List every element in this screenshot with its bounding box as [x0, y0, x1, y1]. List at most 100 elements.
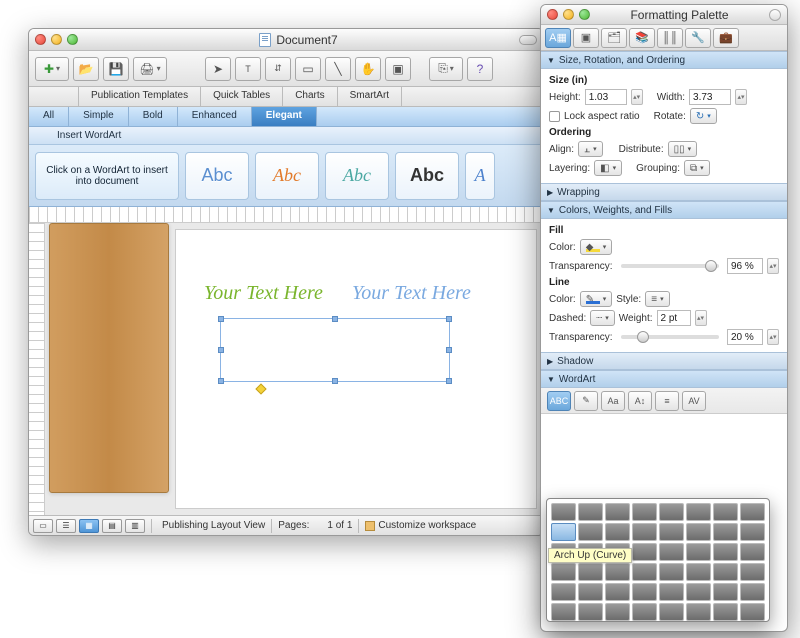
shape-option[interactable]: [605, 603, 630, 621]
palette-tab-formatting[interactable]: A▦: [545, 28, 571, 48]
fill-color-menu[interactable]: ◆▾: [580, 239, 613, 255]
minimize-icon[interactable]: [51, 34, 62, 45]
section-wordart[interactable]: ▼ WordArt: [541, 370, 787, 388]
shape-option[interactable]: [551, 583, 576, 601]
shape-option[interactable]: [605, 583, 630, 601]
width-field[interactable]: 3.73: [689, 89, 731, 105]
wordart-style-3[interactable]: Abc: [325, 152, 389, 200]
shape-option[interactable]: [740, 503, 765, 521]
line-transparency-stepper[interactable]: ▴▾: [767, 329, 779, 345]
wordart-style-1[interactable]: Abc: [185, 152, 249, 200]
view-print[interactable]: ▤: [102, 519, 122, 533]
view-notebook[interactable]: ▥: [125, 519, 145, 533]
style-bold[interactable]: Bold: [129, 107, 178, 126]
fill-transparency-slider[interactable]: [621, 264, 719, 268]
shape-option[interactable]: [551, 503, 576, 521]
shape-option[interactable]: [740, 583, 765, 601]
shape-option[interactable]: [659, 523, 684, 541]
line-transparency-slider[interactable]: [621, 335, 719, 339]
weight-field[interactable]: 2 pt: [657, 310, 691, 326]
adjust-handle[interactable]: [255, 383, 266, 394]
wordart-edit-text[interactable]: ✎: [574, 391, 598, 411]
resize-handle[interactable]: [446, 378, 452, 384]
shape-option[interactable]: [740, 543, 765, 561]
palette-tab-object[interactable]: ▣: [573, 28, 599, 48]
distribute-menu[interactable]: ▯▯▾: [668, 141, 698, 157]
shape-option[interactable]: [686, 603, 711, 621]
align-menu[interactable]: ⫠▾: [578, 141, 603, 157]
style-simple[interactable]: Simple: [69, 107, 129, 126]
crop-tool[interactable]: ▣: [385, 57, 411, 81]
dashed-menu[interactable]: ┈▾: [590, 310, 615, 326]
line-tool[interactable]: ╲: [325, 57, 351, 81]
shape-option[interactable]: [578, 503, 603, 521]
layering-menu[interactable]: ◧▾: [594, 160, 622, 176]
shape-option[interactable]: [659, 543, 684, 561]
style-elegant[interactable]: Elegant: [252, 107, 317, 126]
shape-option[interactable]: [632, 603, 657, 621]
shape-option[interactable]: [659, 503, 684, 521]
line-style-menu[interactable]: ≡▾: [645, 291, 669, 307]
palette-tab-scrapbook[interactable]: 🗂: [601, 28, 627, 48]
zoom-icon[interactable]: [579, 9, 590, 20]
document-page[interactable]: Your Text Here Your Text Here Your Text …: [175, 229, 537, 509]
customize-workspace[interactable]: Customize workspace: [378, 520, 476, 531]
shape-option[interactable]: [713, 543, 738, 561]
fill-transparency-stepper[interactable]: ▴▾: [767, 258, 779, 274]
wordart-shape-button[interactable]: ABC: [547, 391, 571, 411]
tab-home[interactable]: [29, 87, 79, 106]
shape-option[interactable]: [659, 583, 684, 601]
shape-option[interactable]: [659, 603, 684, 621]
section-colors-weights-fills[interactable]: ▼ Colors, Weights, and Fills: [541, 201, 787, 219]
shape-option[interactable]: [551, 603, 576, 621]
shape-option[interactable]: [578, 523, 603, 541]
resize-handle[interactable]: [332, 378, 338, 384]
tab-quick-tables[interactable]: Quick Tables: [201, 87, 283, 106]
shape-option[interactable]: [632, 563, 657, 581]
zoom-level[interactable]: ⎘▾: [429, 57, 463, 81]
textbox-tool[interactable]: T: [235, 57, 261, 81]
shape-option[interactable]: [605, 523, 630, 541]
shape-option[interactable]: [578, 563, 603, 581]
wordart-same-height[interactable]: Aa: [601, 391, 625, 411]
shape-option[interactable]: [632, 583, 657, 601]
section-size-rotation[interactable]: ▼ Size, Rotation, and Ordering: [541, 51, 787, 69]
view-outline[interactable]: ☰: [56, 519, 76, 533]
shape-option[interactable]: [713, 523, 738, 541]
fill-transparency-value[interactable]: 96 %: [727, 258, 763, 274]
section-shadow[interactable]: ▶ Shadow: [541, 352, 787, 370]
palette-tab-project[interactable]: 💼: [713, 28, 739, 48]
wordart-align[interactable]: ≡: [655, 391, 679, 411]
shape-option[interactable]: [686, 523, 711, 541]
shape-option[interactable]: [740, 563, 765, 581]
section-wrapping[interactable]: ▶ Wrapping: [541, 183, 787, 201]
wordart-arch-selected[interactable]: Your Text Here: [220, 318, 450, 382]
print-button[interactable]: 🖨▾: [133, 57, 167, 81]
palette-tab-compatibility[interactable]: ║║: [657, 28, 683, 48]
resize-handle[interactable]: [446, 316, 452, 322]
weight-stepper[interactable]: ▴▾: [695, 310, 707, 326]
minimize-icon[interactable]: [563, 9, 574, 20]
shape-option[interactable]: [740, 523, 765, 541]
shape-option[interactable]: [632, 523, 657, 541]
save-button[interactable]: 💾: [103, 57, 129, 81]
width-stepper[interactable]: ▴▾: [735, 89, 747, 105]
close-icon[interactable]: [547, 9, 558, 20]
wordart-object-1[interactable]: Your Text Here: [204, 282, 323, 305]
wordart-style-4[interactable]: Abc: [395, 152, 459, 200]
wordart-spacing[interactable]: AV: [682, 391, 706, 411]
new-button[interactable]: ✚▾: [35, 57, 69, 81]
tab-publication-templates[interactable]: Publication Templates: [79, 87, 201, 106]
resize-handle[interactable]: [446, 347, 452, 353]
height-field[interactable]: 1.03: [585, 89, 627, 105]
palette-tab-reference[interactable]: 📚: [629, 28, 655, 48]
shape-option[interactable]: [632, 503, 657, 521]
line-color-menu[interactable]: ✎▾: [580, 291, 613, 307]
palette-tab-tools[interactable]: 🔧: [685, 28, 711, 48]
shape-option[interactable]: [686, 563, 711, 581]
palette-options-icon[interactable]: [769, 9, 781, 21]
pointer-tool[interactable]: ➤: [205, 57, 231, 81]
close-icon[interactable]: [35, 34, 46, 45]
resize-handle[interactable]: [218, 347, 224, 353]
lock-aspect-checkbox[interactable]: [549, 111, 560, 122]
